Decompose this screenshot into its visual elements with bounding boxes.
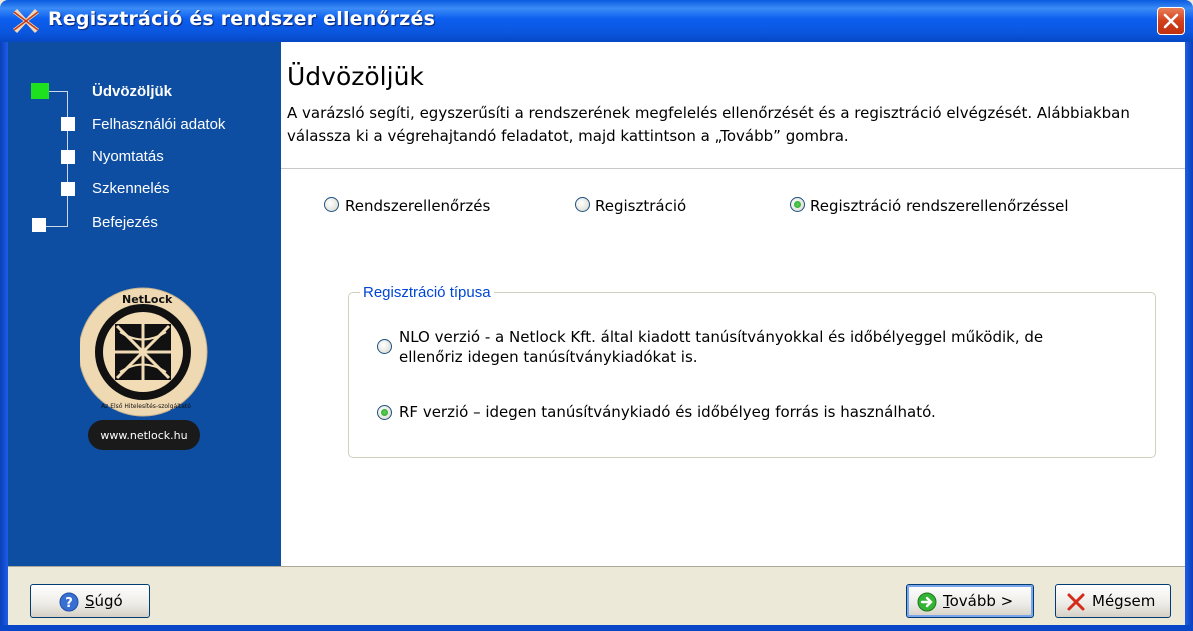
netlock-ring-top: NetLock: [122, 293, 173, 306]
radio-nlo-version-label-line2[interactable]: ellenőriz idegen tanúsítványkiadókat is.: [399, 348, 698, 366]
step-user-data: Felhasználói adatok: [92, 116, 226, 133]
help-button-label: Súgó: [85, 592, 123, 610]
radio-selected-dot: [794, 201, 801, 208]
svg-text:?: ?: [65, 596, 73, 611]
page-title: Üdvözöljük: [287, 62, 424, 91]
radio-rf-version-label[interactable]: RF verzió – idegen tanúsítványkiadó és i…: [399, 403, 936, 421]
title-bar[interactable]: Regisztráció és rendszer ellenőrzés: [0, 0, 1193, 42]
window-frame-left: [0, 42, 8, 631]
next-button[interactable]: Tovább >: [906, 584, 1034, 618]
step-finish: Befejezés: [92, 214, 158, 231]
radio-registration[interactable]: [575, 197, 590, 212]
radio-registration-with-check-label[interactable]: Regisztráció rendszerellenőrzéssel: [810, 197, 1069, 215]
help-icon: ?: [59, 592, 79, 612]
netlock-logo: NetLock Az Első Hitelesítés-szolgáltató …: [78, 272, 210, 462]
cancel-button-label: Mégsem: [1092, 592, 1156, 610]
help-button[interactable]: ? Súgó: [30, 584, 150, 618]
step-marker-user-data: [61, 117, 75, 131]
close-icon: [1163, 13, 1179, 29]
step-marker-printing: [61, 150, 75, 164]
next-button-label: Tovább >: [943, 592, 1014, 610]
next-arrow-icon: [917, 592, 937, 612]
intro-text: A varázsló segíti, egyszerűsíti a rendsz…: [287, 104, 1130, 145]
window-frame-right: [1185, 42, 1193, 631]
radio-registration-label[interactable]: Regisztráció: [595, 197, 686, 215]
cancel-x-icon: [1067, 593, 1085, 611]
step-marker-welcome: [31, 83, 49, 99]
radio-selected-dot: [381, 409, 388, 416]
radio-system-check[interactable]: [324, 197, 339, 212]
window-title: Regisztráció és rendszer ellenőrzés: [48, 8, 436, 30]
netlock-ring-bottom: Az Első Hitelesítés-szolgáltató: [101, 403, 191, 410]
cancel-button[interactable]: Mégsem: [1055, 584, 1171, 618]
step-welcome: Üdvözöljük: [92, 83, 173, 100]
radio-system-check-label[interactable]: Rendszerellenőrzés: [345, 197, 490, 215]
radio-nlo-version[interactable]: [377, 339, 392, 354]
netlock-url: www.netlock.hu: [100, 429, 188, 442]
step-printing: Nyomtatás: [92, 148, 164, 165]
step-marker-finish: [32, 218, 46, 232]
radio-registration-with-check[interactable]: [790, 197, 805, 212]
netlock-app-icon: [13, 8, 39, 34]
close-button[interactable]: [1157, 7, 1185, 35]
steps-tree-line: [46, 226, 68, 227]
window-frame-bottom: [0, 625, 1193, 631]
step-scanning: Szkennelés: [92, 180, 170, 197]
steps-tree-line: [49, 91, 67, 92]
registration-type-legend: Regisztráció típusa: [360, 284, 494, 301]
radio-nlo-version-label-line1[interactable]: NLO verzió - a Netlock Kft. által kiadot…: [399, 328, 1043, 346]
registration-type-group: [348, 292, 1156, 458]
radio-rf-version[interactable]: [377, 405, 392, 420]
wizard-window: Regisztráció és rendszer ellenőrzés Üdvö…: [0, 0, 1193, 631]
step-marker-scanning: [61, 182, 75, 196]
header-separator: [281, 168, 1185, 169]
